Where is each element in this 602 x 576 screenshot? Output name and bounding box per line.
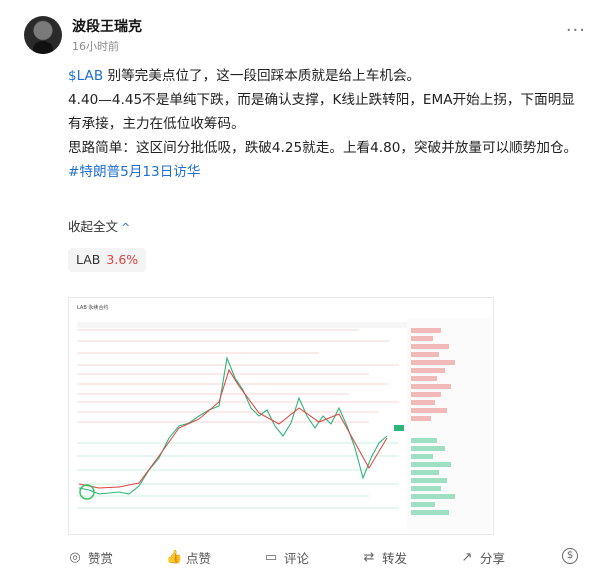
ticker-change: 3.6%: [106, 252, 139, 267]
post-time: 16小时前: [72, 40, 119, 53]
share-icon: ↗: [461, 549, 473, 565]
more-icon[interactable]: ···: [566, 22, 586, 40]
content-line-1: $LAB 别等完美点位了，这一段回踩本质就是给上车机会。: [68, 64, 588, 88]
collapse-label: 收起全文: [68, 219, 119, 234]
chevron-up-icon: ^: [121, 221, 131, 234]
repost-button[interactable]: ⇄ 转发: [362, 548, 407, 567]
tip-coin-icon[interactable]: $: [562, 548, 578, 564]
comment-icon: ▭: [264, 549, 278, 565]
comment-button[interactable]: ▭ 评论: [264, 548, 309, 567]
repost-icon: ⇄: [363, 549, 375, 565]
hashtag-link[interactable]: #特朗普5月13日访华: [68, 160, 588, 184]
thumbs-up-icon: 👍: [166, 549, 183, 565]
like-label: 点赞: [186, 551, 212, 566]
post-content: $LAB 别等完美点位了，这一段回踩本质就是给上车机会。 4.40—4.45不是…: [68, 64, 588, 184]
post-card: 波段王瑞克 16小时前 ··· $LAB 别等完美点位了，这一段回踩本质就是给上…: [0, 0, 602, 576]
svg-text:LAB 永续合约: LAB 永续合约: [77, 304, 108, 311]
share-button[interactable]: ↗ 分享: [460, 548, 505, 567]
like-button[interactable]: 👍 点赞: [166, 548, 211, 567]
share-label: 分享: [480, 551, 506, 566]
content-text-1: 别等完美点位了，这一段回踩本质就是给上车机会。: [103, 68, 421, 84]
ticker-link[interactable]: $LAB: [68, 68, 103, 84]
reward-icon: ◎: [69, 549, 81, 565]
action-bar: ◎ 赞赏 👍 点赞 ▭ 评论 ⇄ 转发 ↗ 分享: [0, 540, 602, 572]
avatar[interactable]: [24, 16, 62, 54]
collapse-button[interactable]: 收起全文 ^: [68, 216, 130, 235]
content-line-2: 4.40—4.45不是单纯下跌，而是确认支撑，K线止跌转阳，EMA开始上拐，下面…: [68, 92, 575, 132]
chart-image[interactable]: LAB 永续合约: [68, 297, 494, 535]
content-line-3: 思路简单：这区间分批低吸，跌破4.25就走。上看4.80，突破并放量可以顺势加仓…: [68, 140, 578, 156]
reward-label: 赞赏: [88, 551, 114, 566]
ticker-badge[interactable]: LAB 3.6%: [68, 248, 147, 272]
comment-label: 评论: [284, 551, 310, 566]
author-name[interactable]: 波段王瑞克: [72, 16, 142, 36]
ticker-symbol: LAB: [76, 252, 101, 267]
reward-button[interactable]: ◎ 赞赏: [68, 548, 113, 567]
repost-label: 转发: [382, 551, 408, 566]
